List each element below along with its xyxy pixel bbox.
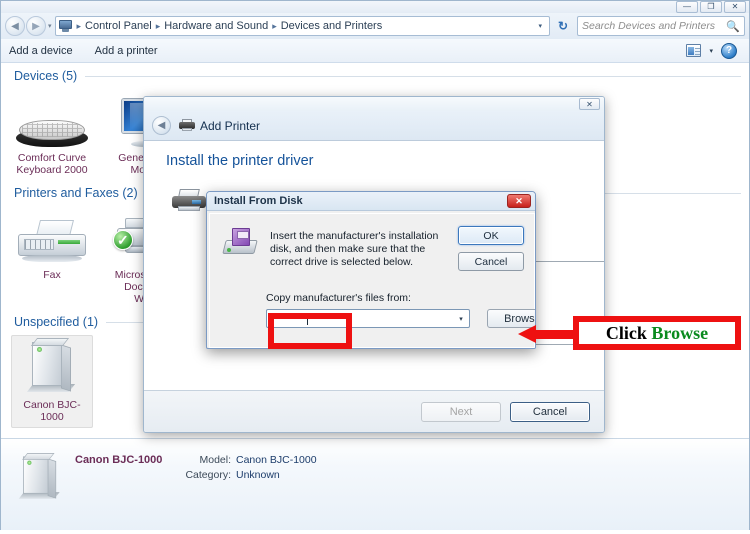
add-printer-title-bar: ✕ xyxy=(144,97,604,111)
cancel-button[interactable]: Cancel xyxy=(510,401,590,422)
details-device-name: Canon BJC-1000 xyxy=(75,454,163,466)
annotation-text-click: Click xyxy=(605,322,652,343)
group-label-unspecified: Unspecified (1) xyxy=(14,315,99,329)
details-value: Unknown xyxy=(236,469,280,481)
breadcrumb-separator-0: ▸ xyxy=(76,20,82,31)
breadcrumb-separator-2: ▸ xyxy=(272,20,277,31)
annotation-highlight-box xyxy=(268,313,352,349)
breadcrumb-item-1[interactable]: Hardware and Sound xyxy=(162,20,270,32)
details-value: Canon BJC-1000 xyxy=(236,454,317,466)
floppy-disk-drive-icon xyxy=(222,228,258,256)
install-from-disk-dialog: Install From Disk ✕ Insert the manufactu… xyxy=(206,191,536,349)
printer-icon xyxy=(179,119,195,132)
breadcrumb-item-0[interactable]: Control Panel xyxy=(83,20,154,32)
group-header-devices[interactable]: Devices (5) xyxy=(1,63,749,85)
address-bar-row: ◀ ▶ ▾ ▸ Control Panel ▸ Hardware and Sou… xyxy=(1,13,749,39)
device-label: Fax xyxy=(43,269,61,281)
cancel-button[interactable]: Cancel xyxy=(458,252,524,271)
group-label-printers: Printers and Faxes (2) xyxy=(14,186,138,200)
install-from-disk-title: Install From Disk xyxy=(214,195,303,207)
details-row-category: Category: Unknown xyxy=(173,469,317,481)
annotation-text-browse: Browse xyxy=(651,322,709,343)
device-label: Comfort Curve Keyboard 2000 xyxy=(16,152,88,176)
recent-pages-caret-icon[interactable]: ▾ xyxy=(48,22,52,30)
add-printer-close-button[interactable]: ✕ xyxy=(579,98,600,110)
address-input[interactable]: ▸ Control Panel ▸ Hardware and Sound ▸ D… xyxy=(54,16,550,36)
copy-files-from-label: Copy manufacturer's files from: xyxy=(266,292,411,304)
window-controls: — ❐ ✕ xyxy=(676,1,746,13)
ok-button[interactable]: OK xyxy=(458,226,524,245)
close-button[interactable]: ✕ xyxy=(724,1,746,13)
install-from-disk-title-bar: Install From Disk ✕ xyxy=(207,192,535,211)
add-printer-heading: Install the printer driver xyxy=(166,153,314,169)
search-box[interactable]: Search Devices and Printers 🔍 xyxy=(577,16,745,36)
details-device-icon xyxy=(13,453,67,511)
install-from-disk-buttons: OK Cancel xyxy=(458,226,524,271)
keyboard-icon xyxy=(16,93,88,149)
add-printer-header: ◀ Add Printer xyxy=(144,111,604,141)
search-input[interactable]: Search Devices and Printers xyxy=(582,20,726,32)
details-row-model: Model: Canon BJC-1000 xyxy=(173,454,317,466)
add-printer-title: Add Printer xyxy=(200,118,261,133)
device-tile-fax[interactable]: Fax xyxy=(11,206,93,309)
next-button[interactable]: Next xyxy=(421,401,501,422)
chevron-down-icon[interactable]: ▾ xyxy=(453,310,469,327)
annotation-arrow-icon xyxy=(518,325,580,343)
device-tile-keyboard[interactable]: Comfort Curve Keyboard 2000 xyxy=(11,89,93,180)
install-from-disk-body: Insert the manufacturer's installation d… xyxy=(209,213,535,348)
printer-illustration-icon xyxy=(172,189,206,213)
command-bar: Add a device Add a printer ▾ ? xyxy=(1,39,749,63)
install-from-disk-message: Insert the manufacturer's installation d… xyxy=(270,230,439,268)
search-icon: 🔍 xyxy=(726,20,740,33)
annotation-label-box: Click Browse xyxy=(573,316,741,350)
address-dropdown-caret-icon[interactable]: ▾ xyxy=(533,22,547,30)
breadcrumb-separator-1: ▸ xyxy=(155,20,161,31)
details-key: Model: xyxy=(199,454,231,466)
minimize-button[interactable]: — xyxy=(676,1,698,13)
details-pane: Canon BJC-1000 Model: Canon BJC-1000 Cat… xyxy=(1,438,749,533)
device-tile-canon-bjc-1000[interactable]: Canon BJC-1000 xyxy=(11,335,93,428)
back-button[interactable]: ◀ xyxy=(5,16,25,36)
computer-tower-icon xyxy=(26,338,76,396)
forward-button[interactable]: ▶ xyxy=(26,16,46,36)
add-a-printer-button[interactable]: Add a printer xyxy=(95,45,158,57)
help-icon[interactable]: ? xyxy=(721,42,737,59)
group-label-devices: Devices (5) xyxy=(14,69,78,83)
maximize-button[interactable]: ❐ xyxy=(700,1,722,13)
control-panel-icon xyxy=(58,19,73,33)
breadcrumb-item-2[interactable]: Devices and Printers xyxy=(279,20,385,32)
group-divider xyxy=(85,75,741,77)
fax-icon xyxy=(16,210,88,266)
add-printer-footer: Next Cancel xyxy=(144,390,604,432)
command-bar-right: ▾ ? xyxy=(686,42,741,59)
chevron-down-icon[interactable]: ▾ xyxy=(709,47,713,55)
back-arrow-icon[interactable]: ◀ xyxy=(152,116,171,135)
details-key: Category: xyxy=(185,469,231,481)
device-label: Canon BJC-1000 xyxy=(23,399,81,423)
install-from-disk-close-button[interactable]: ✕ xyxy=(507,194,531,208)
refresh-button[interactable]: ↻ xyxy=(552,16,574,36)
bottom-edge xyxy=(0,530,750,534)
window-title-bar: — ❐ ✕ xyxy=(1,1,749,13)
add-a-device-button[interactable]: Add a device xyxy=(9,45,73,57)
change-view-icon[interactable] xyxy=(686,44,702,57)
